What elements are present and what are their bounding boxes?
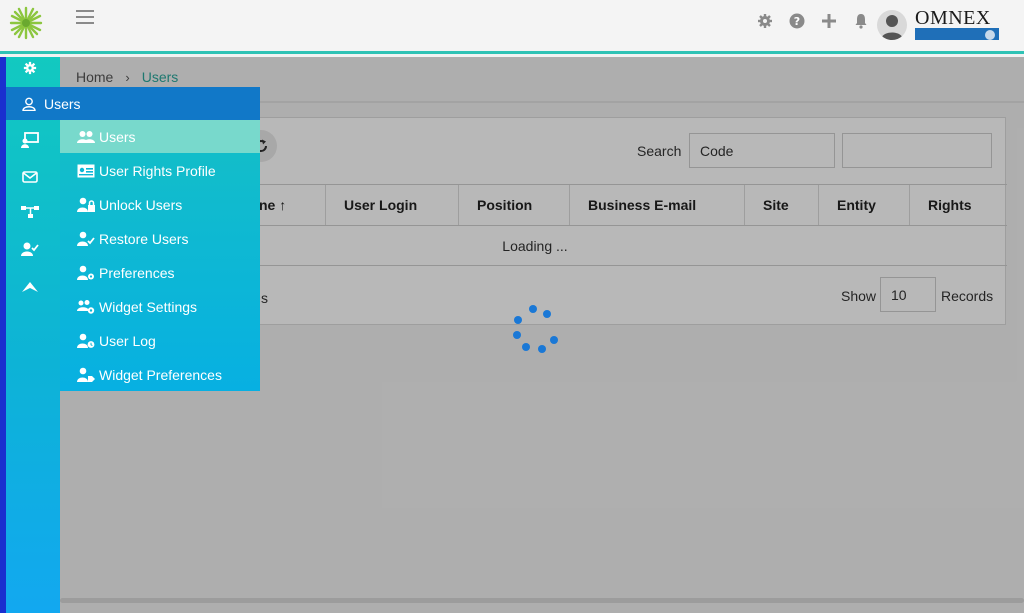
add-icon[interactable] — [818, 10, 840, 32]
menu-section-label: Users — [44, 95, 81, 112]
paper-plane-icon[interactable] — [20, 278, 40, 296]
menu-item-label: Widget Preferences — [99, 366, 222, 383]
user-restore-icon — [76, 231, 96, 247]
mail-icon[interactable] — [20, 168, 40, 186]
menu-item-user-log[interactable]: User Log — [60, 324, 260, 357]
menu-item-widget-preferences[interactable]: Widget Preferences — [60, 358, 260, 391]
users-icon — [76, 129, 96, 145]
svg-text:?: ? — [794, 15, 800, 28]
users-submenu: Users User Rights Profile Unlock Users R… — [60, 120, 260, 391]
header-actions: ? — [754, 10, 882, 32]
menu-item-label: User Rights Profile — [99, 162, 216, 179]
id-card-icon — [76, 163, 96, 179]
menu-item-label: Unlock Users — [99, 196, 183, 213]
user-gear-icon — [76, 265, 96, 281]
menu-item-widget-settings[interactable]: Widget Settings — [60, 290, 260, 323]
bell-icon[interactable] — [850, 10, 872, 32]
menu-section-users[interactable]: Users — [6, 87, 260, 120]
user-clock-icon — [76, 333, 96, 349]
help-icon[interactable]: ? — [786, 10, 808, 32]
menu-item-label: Preferences — [99, 264, 175, 281]
gear-icon[interactable] — [20, 59, 40, 77]
user-check-icon[interactable] — [20, 240, 40, 258]
user-tag-icon — [76, 367, 96, 383]
brand-name: OMNEX — [915, 7, 991, 29]
menu-item-preferences[interactable]: Preferences — [60, 256, 260, 289]
menu-item-label: Users — [99, 128, 136, 145]
brand-logo: OMNEX — [915, 8, 999, 40]
network-icon[interactable] — [20, 203, 40, 221]
loading-spinner-icon — [510, 305, 562, 357]
menu-item-label: Widget Settings — [99, 298, 198, 315]
user-icon — [22, 97, 36, 111]
users-gear-icon — [76, 299, 96, 315]
menu-item-label: Restore Users — [99, 230, 189, 247]
app-logo-icon[interactable] — [9, 6, 43, 40]
settings-icon[interactable] — [754, 10, 776, 32]
menu-item-label: User Log — [99, 332, 156, 349]
top-header: ? OMNEX — [0, 0, 1024, 54]
menu-item-users[interactable]: Users — [60, 120, 260, 153]
menu-item-user-rights-profile[interactable]: User Rights Profile — [60, 154, 260, 187]
icon-rail — [0, 57, 60, 613]
menu-item-restore-users[interactable]: Restore Users — [60, 222, 260, 255]
menu-item-unlock-users[interactable]: Unlock Users — [60, 188, 260, 221]
computer-user-icon[interactable] — [20, 131, 40, 149]
user-lock-icon — [76, 197, 96, 213]
avatar[interactable] — [877, 10, 907, 40]
hamburger-menu-icon[interactable] — [76, 10, 94, 26]
brand-bar — [915, 28, 999, 40]
